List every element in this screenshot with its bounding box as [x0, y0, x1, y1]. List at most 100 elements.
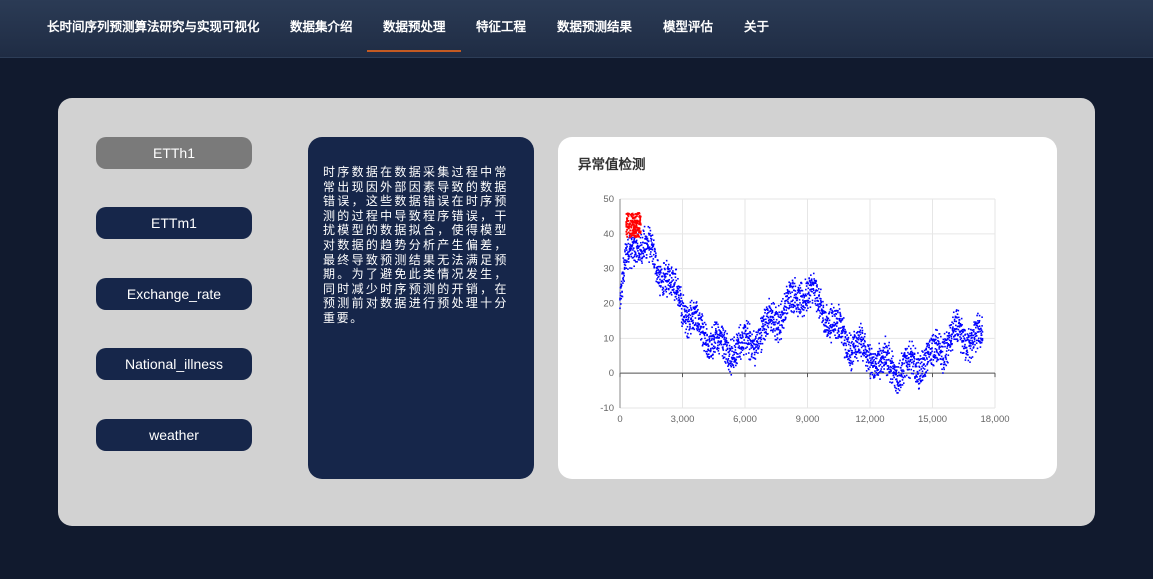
data-point: [872, 362, 874, 365]
data-point: [900, 352, 903, 355]
data-point: [855, 353, 858, 356]
nav-tab-prediction-results[interactable]: 数据预测结果: [557, 16, 632, 36]
data-point: [921, 370, 924, 373]
outlier-point: [632, 231, 635, 234]
data-point: [938, 354, 941, 356]
data-point: [928, 340, 931, 343]
dataset-button-etth1[interactable]: ETTh1: [96, 137, 252, 169]
data-point: [912, 372, 915, 375]
data-point: [901, 363, 904, 365]
data-point: [766, 325, 769, 327]
data-point: [862, 349, 865, 352]
data-point: [837, 309, 839, 312]
data-point: [810, 279, 813, 282]
data-point: [802, 299, 804, 302]
data-point: [870, 364, 873, 366]
nav-tab-about[interactable]: 关于: [744, 16, 769, 36]
data-point: [745, 329, 747, 332]
nav-tab-model-evaluation[interactable]: 模型评估: [663, 16, 713, 36]
outlier-point: [635, 232, 638, 234]
data-point: [763, 328, 766, 330]
data-point: [906, 366, 909, 368]
data-point: [751, 344, 754, 347]
data-point: [762, 325, 765, 327]
data-point: [806, 304, 808, 307]
data-point: [947, 338, 949, 340]
data-point: [905, 359, 907, 362]
data-point: [924, 375, 927, 377]
data-point: [908, 365, 911, 368]
data-point: [778, 316, 780, 319]
data-point: [774, 335, 776, 337]
data-point: [794, 305, 796, 307]
data-point: [662, 281, 665, 283]
data-point: [688, 320, 691, 323]
data-point: [723, 338, 725, 340]
data-point: [723, 356, 726, 359]
data-point: [914, 347, 917, 350]
data-point: [820, 301, 823, 303]
data-point: [727, 365, 729, 367]
data-point: [814, 291, 816, 294]
nav-tab-dataset-intro[interactable]: 数据集介绍: [290, 16, 353, 36]
data-point: [913, 358, 916, 360]
data-point: [707, 345, 710, 347]
data-point: [913, 356, 915, 358]
data-point: [647, 240, 650, 242]
data-point: [805, 288, 807, 291]
data-point: [698, 323, 700, 326]
data-point: [816, 286, 818, 288]
data-point: [770, 326, 773, 329]
data-point: [779, 313, 782, 316]
dataset-button-national-illness[interactable]: National_illness: [96, 348, 252, 380]
data-point: [737, 332, 740, 335]
data-point: [760, 348, 763, 351]
data-point: [767, 309, 769, 311]
data-point: [725, 362, 727, 364]
dataset-button-weather[interactable]: weather: [96, 419, 252, 451]
data-point: [706, 350, 708, 353]
data-point: [892, 374, 895, 377]
data-point: [767, 316, 770, 319]
data-point: [973, 340, 976, 343]
data-point: [729, 370, 731, 373]
data-point: [853, 330, 855, 333]
data-point: [815, 304, 818, 307]
data-point: [666, 273, 669, 275]
app-title[interactable]: 长时间序列预测算法研究与实现可视化: [47, 16, 260, 36]
data-point: [898, 389, 901, 392]
data-point: [739, 356, 741, 358]
data-point: [634, 251, 637, 254]
data-point: [672, 279, 675, 281]
data-point: [955, 320, 958, 323]
dataset-button-exchange-rate[interactable]: Exchange_rate: [96, 278, 252, 310]
data-point: [950, 337, 953, 340]
data-point: [975, 351, 977, 353]
data-point: [975, 326, 977, 329]
data-point: [854, 355, 856, 358]
data-point: [796, 299, 798, 301]
data-point: [970, 328, 972, 331]
data-point: [727, 341, 730, 344]
data-point: [730, 360, 733, 363]
data-point: [710, 347, 712, 350]
data-point: [720, 331, 723, 334]
data-point: [847, 338, 849, 341]
data-point: [742, 353, 745, 356]
data-point: [690, 307, 692, 309]
data-point: [647, 245, 649, 247]
data-point: [723, 353, 725, 355]
dataset-button-ettm1[interactable]: ETTm1: [96, 207, 252, 239]
data-point: [933, 340, 935, 343]
data-point: [944, 345, 946, 348]
data-point: [884, 335, 887, 338]
data-point: [960, 337, 963, 340]
data-point: [753, 340, 755, 342]
data-point: [972, 330, 975, 333]
data-point: [722, 335, 725, 337]
nav-tab-feature-engineering[interactable]: 特征工程: [476, 16, 526, 36]
data-point: [893, 384, 896, 387]
data-point: [702, 325, 705, 328]
data-point: [913, 360, 915, 362]
nav-tab-preprocessing[interactable]: 数据预处理: [383, 16, 446, 36]
